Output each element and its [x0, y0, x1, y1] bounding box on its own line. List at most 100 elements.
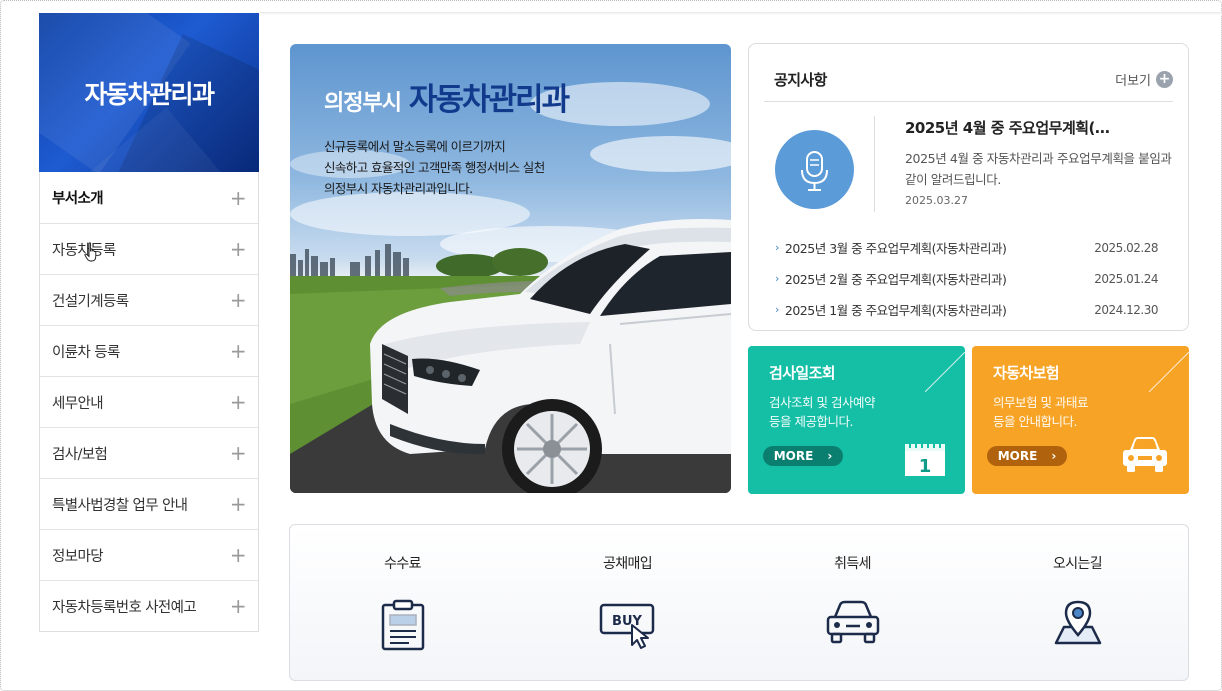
plus-icon[interactable]: + — [230, 545, 247, 565]
chevron-right-icon: › — [775, 303, 779, 316]
insurance-card-desc: 의무보험 및 과태료 등을 안내합니다. — [993, 393, 1088, 431]
inspection-card-title: 검사일조회 — [769, 364, 836, 382]
list-item[interactable]: › 2025년 1월 중 주요업무계획(자동차관리과) 2024.12.30 — [775, 294, 1158, 325]
hero-title-department: 자동차관리과 — [408, 82, 570, 118]
sidebar-item-label: 특별사법경찰 업무 안내 — [52, 497, 188, 514]
plus-icon[interactable]: + — [230, 290, 247, 310]
plus-icon[interactable]: + — [230, 188, 247, 208]
notice-list: › 2025년 3월 중 주요업무계획(자동차관리과) 2025.02.28 › 2… — [775, 232, 1158, 325]
hero-line: 신속하고 효율적인 고객만족 행정서비스 실천 — [324, 160, 545, 175]
sidebar-item-car-registration[interactable]: 자동차등록 + — [40, 223, 258, 274]
hero-line: 신규등록에서 말소등록에 이르기까지 — [324, 139, 506, 154]
sidebar-item-tax[interactable]: 세무안내 + — [40, 376, 258, 427]
quick-label: 취득세 — [834, 556, 871, 572]
sidebar-item-special-police[interactable]: 특별사법경찰 업무 안내 + — [40, 478, 258, 529]
inspection-card[interactable]: 검사일조회 검사조회 및 검사예약 등을 제공합니다. MORE › 1 — [748, 346, 965, 494]
notice-title: 공지사항 — [774, 71, 827, 89]
sidebar-item-motorcycle[interactable]: 이륜차 등록 + — [40, 325, 258, 376]
plus-icon[interactable]: + — [230, 392, 247, 412]
more-label: MORE — [773, 449, 814, 463]
insurance-card-title: 자동차보험 — [993, 364, 1060, 382]
insurance-more-button[interactable]: MORE › — [987, 446, 1067, 466]
desc-line: 의무보험 및 과태료 — [993, 395, 1088, 410]
sidebar-item-plate-notice[interactable]: 자동차등록번호 사전예고 + — [40, 580, 258, 631]
notice-item-title[interactable]: 2025년 3월 중 주요업무계획(자동차관리과) — [785, 238, 1007, 257]
sidebar-item-label: 이륜차 등록 — [52, 344, 120, 361]
sidebar-menu: 부서소개 + 자동차등록 + 건설기계등록 + 이륜차 등록 + 세무안내 + 검사/보험… — [39, 172, 259, 632]
quick-label: 오시는길 — [1052, 556, 1103, 572]
notice-more-link[interactable]: 더보기 + — [1115, 70, 1173, 89]
sidebar-item-label: 세무안내 — [52, 395, 104, 412]
hero-line: 의정부시 자동차관리과입니다. — [324, 181, 473, 196]
quick-links: 수수료 공채매입 BUY 취득세 오시는길 — [289, 524, 1189, 681]
inspection-more-button[interactable]: MORE › — [763, 446, 843, 466]
notice-item-title[interactable]: 2025년 1월 중 주요업무계획(자동차관리과) — [785, 300, 1007, 319]
hero-title: 의정부시 자동차관리과 — [324, 74, 570, 119]
quick-acquisition-tax[interactable]: 취득세 — [740, 525, 965, 682]
desc-line: 등을 제공합니다. — [769, 414, 853, 429]
desc-line: 검사조회 및 검사예약 — [769, 395, 875, 410]
plus-icon[interactable]: + — [230, 443, 247, 463]
featured-notice-title[interactable]: 2025년 4월 중 주요업무계획(… — [905, 117, 1175, 138]
car-icon — [826, 600, 879, 644]
sidebar-item-label: 자동차등록번호 사전예고 — [52, 599, 197, 616]
diagonal-line-icon — [1149, 352, 1189, 392]
sidebar-item-about[interactable]: 부서소개 + — [40, 172, 258, 223]
map-pin-icon — [1054, 600, 1101, 645]
sidebar-item-inspection-insurance[interactable]: 검사/보험 + — [40, 427, 258, 478]
sidebar: 자동차관리과 부서소개 + 자동차등록 + 건설기계등록 + 이륜차 등록 + 세무안내… — [39, 13, 259, 632]
quick-directions[interactable]: 오시는길 — [965, 525, 1190, 682]
featured-notice[interactable]: 2025년 4월 중 주요업무계획(… 2025년 4월 중 자동차관리과 주요… — [905, 117, 1175, 207]
chevron-right-icon: › — [827, 449, 833, 463]
sidebar-item-label: 정보마당 — [52, 548, 104, 565]
chevron-right-icon: › — [1051, 449, 1057, 463]
car-icon — [1123, 437, 1167, 472]
inspection-card-desc: 검사조회 및 검사예약 등을 제공합니다. — [769, 393, 875, 431]
chevron-right-icon: › — [775, 272, 779, 285]
notice-item-date: 2025.02.28 — [1094, 240, 1158, 255]
sidebar-item-construction-machinery[interactable]: 건설기계등록 + — [40, 274, 258, 325]
hero-title-city: 의정부시 — [324, 91, 402, 116]
sidebar-item-label: 건설기계등록 — [52, 293, 129, 310]
more-label: MORE — [997, 449, 1038, 463]
diagonal-line-icon — [925, 352, 965, 392]
hero-description: 신규등록에서 말소등록에 이르기까지 신속하고 효율적인 고객만족 행정서비스 … — [324, 136, 545, 199]
notice-header: 공지사항 더보기 + — [764, 58, 1173, 102]
sidebar-item-label: 부서소개 — [52, 191, 104, 207]
top-divider — [260, 12, 1222, 15]
hero-banner: 의정부시 자동차관리과 신규등록에서 말소등록에 이르기까지 신속하고 효율적인 … — [290, 44, 731, 493]
sidebar-item-info[interactable]: 정보마당 + — [40, 529, 258, 580]
hand-cursor-icon — [84, 242, 97, 262]
notice-item-date: 2024.12.30 — [1094, 302, 1158, 317]
plus-icon[interactable]: + — [230, 596, 247, 616]
sidebar-title: 자동차관리과 — [84, 79, 215, 109]
plus-circle-icon: + — [1156, 71, 1173, 88]
notice-item-date: 2025.01.24 — [1094, 271, 1158, 286]
notice-board: 공지사항 더보기 + 2025년 4월 중 주요업무계획(… 2025년 4월 … — [748, 43, 1189, 331]
quick-bond-purchase[interactable]: 공채매입 BUY — [515, 525, 740, 682]
sidebar-item-label: 검사/보험 — [52, 446, 108, 463]
microphone-icon — [775, 130, 854, 209]
buy-text: BUY — [612, 614, 642, 629]
chevron-right-icon: › — [775, 241, 779, 254]
quick-label: 공채매입 — [602, 556, 653, 572]
plus-icon[interactable]: + — [230, 494, 247, 514]
quick-fee[interactable]: 수수료 — [290, 525, 515, 682]
calendar-icon: 1 — [905, 440, 945, 477]
featured-notice-desc: 2025년 4월 중 자동차관리과 주요업무계획을 붙임과 같이 알려드립니다. — [905, 151, 1172, 187]
sidebar-header: 자동차관리과 — [39, 13, 259, 172]
more-label: 더보기 — [1115, 74, 1151, 89]
plus-icon[interactable]: + — [230, 239, 247, 259]
buy-icon: BUY — [599, 603, 654, 649]
notice-item-title[interactable]: 2025년 2월 중 주요업무계획(자동차관리과) — [785, 269, 1007, 288]
list-item[interactable]: › 2025년 3월 중 주요업무계획(자동차관리과) 2025.02.28 — [775, 232, 1158, 263]
calendar-day: 1 — [919, 456, 932, 477]
desc-line: 등을 안내합니다. — [993, 414, 1077, 429]
divider — [874, 116, 875, 212]
quick-label: 수수료 — [384, 556, 421, 572]
plus-icon[interactable]: + — [230, 341, 247, 361]
list-item[interactable]: › 2025년 2월 중 주요업무계획(자동차관리과) 2025.01.24 — [775, 263, 1158, 294]
insurance-card[interactable]: 자동차보험 의무보험 및 과태료 등을 안내합니다. MORE › — [972, 346, 1189, 494]
clipboard-icon — [381, 599, 424, 651]
featured-notice-date: 2025.03.27 — [905, 194, 968, 207]
